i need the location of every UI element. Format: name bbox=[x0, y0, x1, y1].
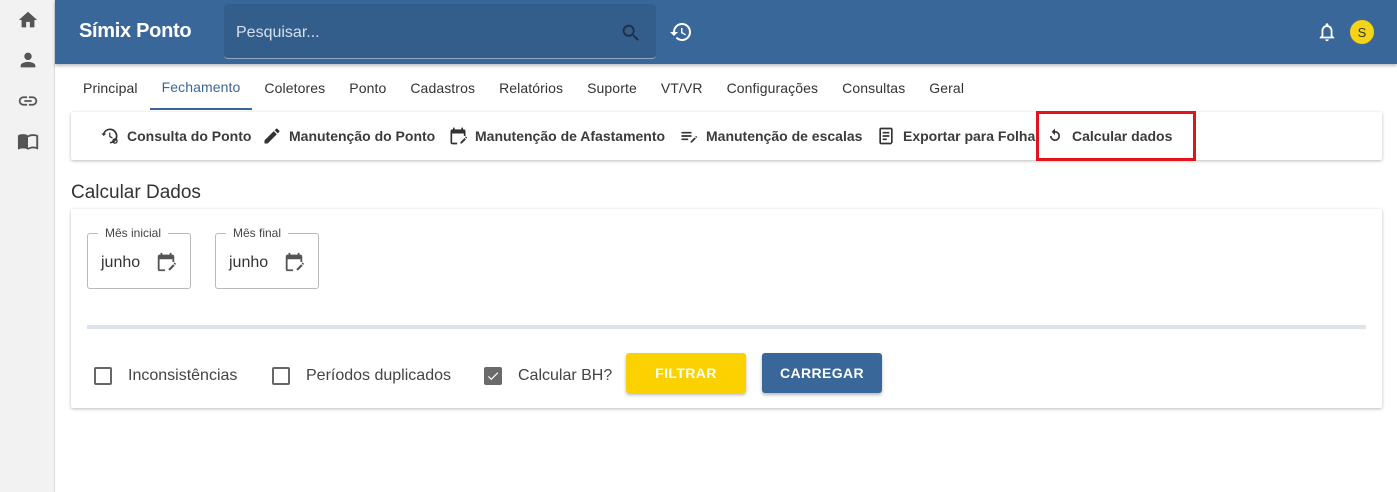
link-icon bbox=[18, 96, 37, 106]
calculation-form-card: Mês inicial junho Mês final junho Incons… bbox=[71, 209, 1382, 408]
check-icon bbox=[487, 372, 499, 381]
calendar-edit-icon[interactable] bbox=[283, 251, 305, 273]
search-box[interactable] bbox=[224, 4, 656, 59]
checkbox-label: Calcular BH? bbox=[518, 367, 613, 384]
start-month-field[interactable]: Mês inicial junho bbox=[87, 226, 191, 289]
person-icon bbox=[20, 52, 35, 68]
tab-suporte[interactable]: Suporte bbox=[575, 66, 649, 110]
submenu-label: Exportar para Folha bbox=[903, 128, 1036, 144]
submenu-exportar-folha[interactable]: Exportar para Folha bbox=[876, 112, 1035, 160]
history-icon[interactable] bbox=[669, 20, 693, 44]
checkbox-label: Períodos duplicados bbox=[306, 367, 451, 384]
main-tabs: Principal Fechamento Coletores Ponto Cad… bbox=[71, 66, 976, 110]
submenu-label: Manutenção do Ponto bbox=[289, 128, 436, 144]
user-avatar[interactable]: S bbox=[1350, 20, 1374, 44]
checkbox-periodos-duplicados[interactable]: Períodos duplicados bbox=[272, 366, 451, 386]
top-app-bar: Símix Ponto S bbox=[55, 0, 1397, 64]
tab-cadastros[interactable]: Cadastros bbox=[398, 66, 487, 110]
submenu-label: Manutenção de Afastamento bbox=[475, 128, 666, 144]
tab-geral[interactable]: Geral bbox=[917, 66, 976, 110]
clock-settings-icon bbox=[101, 128, 118, 144]
rail-home[interactable] bbox=[0, 0, 55, 40]
tab-principal[interactable]: Principal bbox=[71, 66, 150, 110]
end-month-label: Mês final bbox=[226, 226, 289, 240]
rail-link[interactable] bbox=[0, 81, 55, 121]
submenu-label: Manutenção de escalas bbox=[706, 128, 863, 144]
tab-ponto[interactable]: Ponto bbox=[337, 66, 398, 110]
document-icon bbox=[879, 127, 893, 145]
search-icon[interactable] bbox=[620, 22, 642, 44]
tab-coletores[interactable]: Coletores bbox=[252, 66, 337, 110]
rail-user[interactable] bbox=[0, 40, 55, 80]
pencil-icon bbox=[264, 128, 280, 144]
end-month-field[interactable]: Mês final junho bbox=[215, 226, 319, 289]
list-edit-icon bbox=[681, 131, 698, 143]
submenu-label: Consulta do Ponto bbox=[127, 128, 252, 144]
page-title: Calcular Dados bbox=[71, 182, 201, 203]
tab-configuracoes[interactable]: Configurações bbox=[715, 66, 831, 110]
tab-relatorios[interactable]: Relatórios bbox=[487, 66, 575, 110]
search-input[interactable] bbox=[236, 21, 606, 45]
book-icon bbox=[17, 134, 38, 150]
start-month-label: Mês inicial bbox=[98, 226, 169, 240]
left-rail bbox=[0, 0, 55, 492]
submenu-consulta-ponto[interactable]: Consulta do Ponto bbox=[100, 112, 251, 160]
tab-vt-vr[interactable]: VT/VR bbox=[649, 66, 715, 110]
calendar-edit-icon[interactable] bbox=[155, 251, 177, 273]
home-icon bbox=[18, 11, 37, 28]
checkbox-calcular-bh[interactable]: Calcular BH? bbox=[484, 366, 612, 386]
rail-docs[interactable] bbox=[0, 121, 55, 161]
tab-fechamento[interactable]: Fechamento bbox=[149, 66, 253, 110]
filter-button[interactable]: FILTRAR bbox=[626, 353, 746, 393]
load-button[interactable]: CARREGAR bbox=[762, 353, 882, 393]
tab-consultas[interactable]: Consultas bbox=[830, 66, 917, 110]
notifications-icon[interactable] bbox=[1316, 21, 1338, 43]
checkbox-label: Inconsistências bbox=[128, 367, 238, 384]
highlight-box bbox=[1036, 111, 1196, 161]
submenu-manutencao-ponto[interactable]: Manutenção do Ponto bbox=[262, 112, 435, 160]
submenu-manutencao-afastamento[interactable]: Manutenção de Afastamento bbox=[448, 112, 665, 160]
checkbox-box[interactable] bbox=[272, 367, 290, 385]
checkbox-box[interactable] bbox=[484, 367, 502, 385]
section-divider bbox=[87, 325, 1366, 329]
submenu-manutencao-escalas[interactable]: Manutenção de escalas bbox=[679, 112, 862, 160]
checkbox-box[interactable] bbox=[94, 367, 112, 385]
app-title[interactable]: Símix Ponto bbox=[79, 20, 192, 43]
end-month-value: junho bbox=[229, 254, 269, 271]
calendar-edit-icon bbox=[450, 127, 468, 145]
start-month-value: junho bbox=[101, 254, 141, 271]
checkbox-inconsistencias[interactable]: Inconsistências bbox=[94, 366, 237, 386]
